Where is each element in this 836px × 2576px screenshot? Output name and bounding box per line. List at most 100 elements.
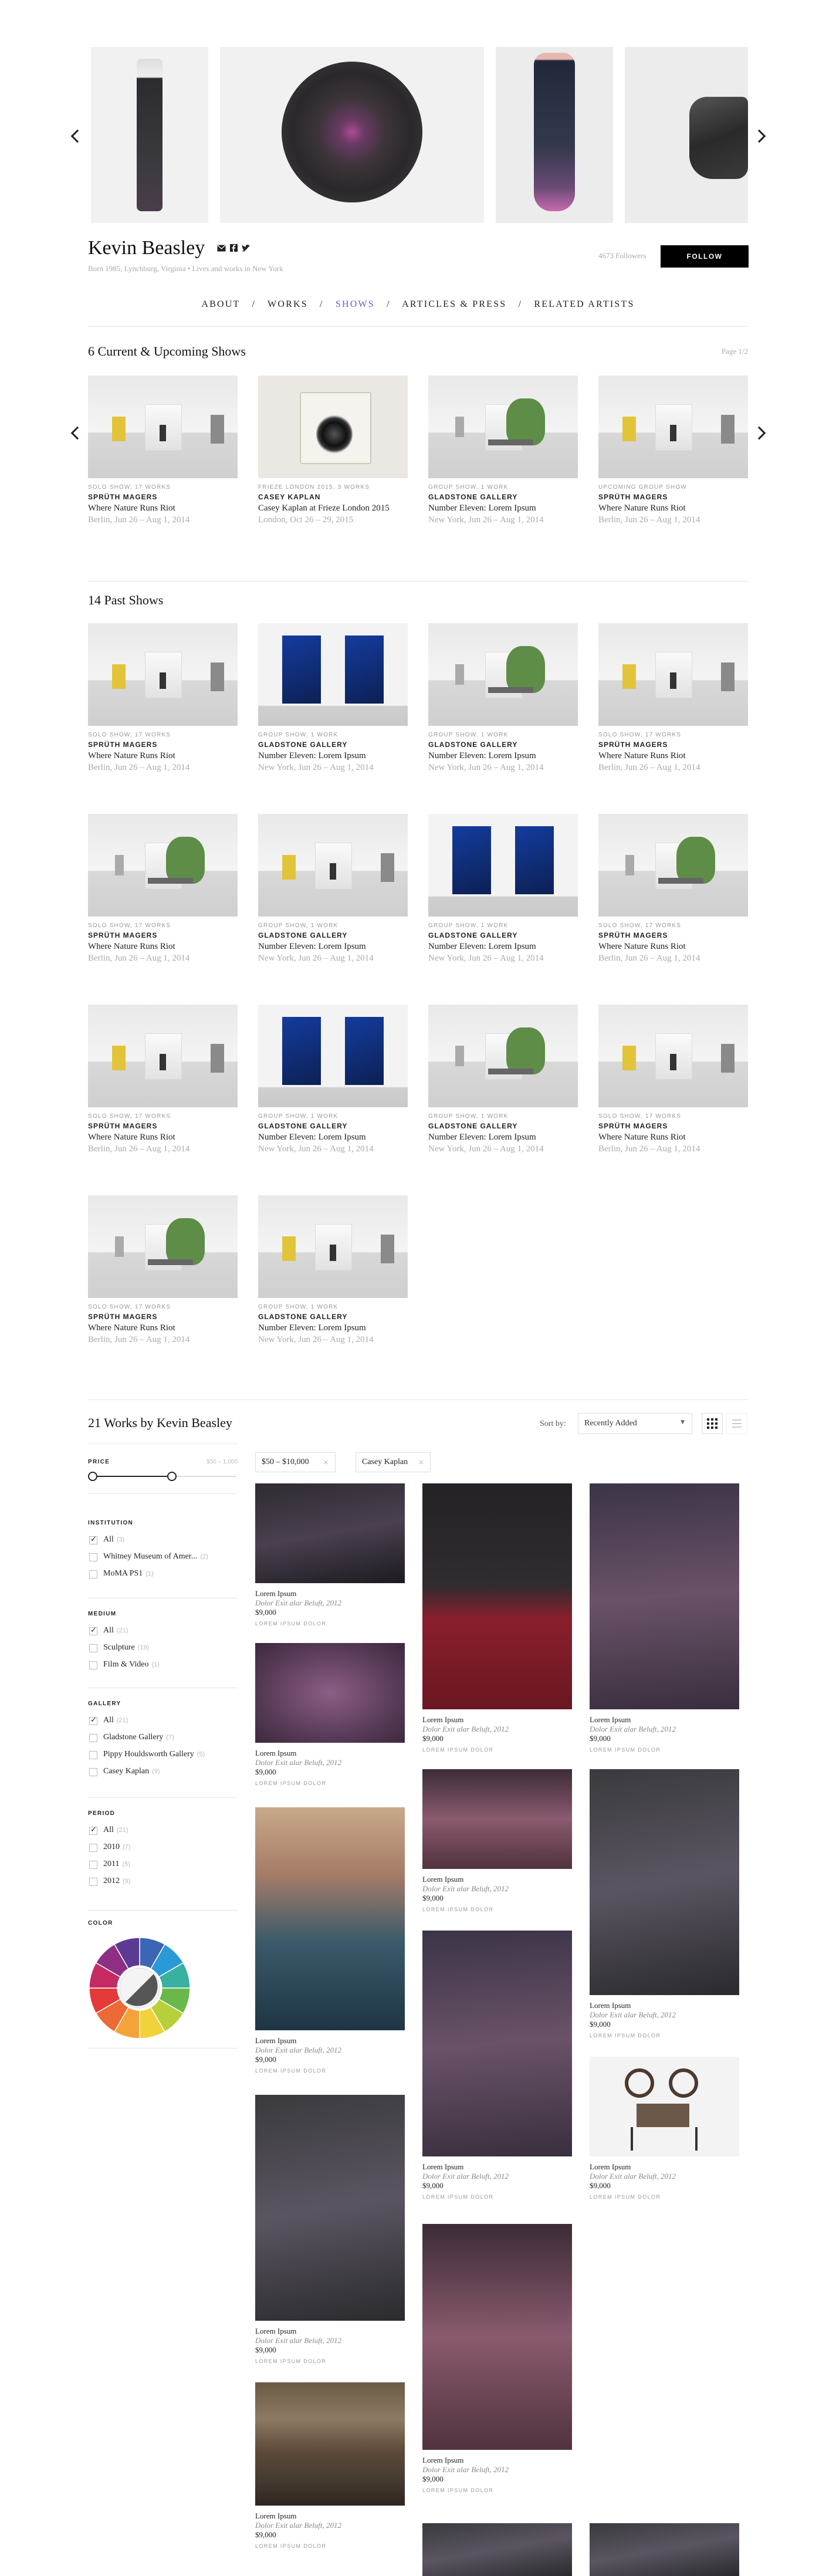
artwork-card[interactable]: Lorem Ipsum Dolor Exit alar Beluft, 2012 $… (422, 1483, 572, 1753)
period-option-checkbox[interactable] (89, 1825, 97, 1835)
hero-artwork-2[interactable] (220, 47, 484, 223)
past-show-card[interactable]: SOLO SHOW, 17 WORKS SPRÜTH MAGERS Where Na… (88, 1005, 238, 1154)
price-slider-max-handle[interactable] (167, 1472, 177, 1481)
past-show-card[interactable]: SOLO SHOW, 17 WORKS SPRÜTH MAGERS Where Na… (88, 814, 238, 964)
show-installation-image[interactable] (258, 1195, 408, 1298)
institution-option-checkbox[interactable] (89, 1553, 97, 1561)
artwork-card[interactable]: Lorem Ipsum Dolor Exit alar Beluft, 2012 $… (255, 1807, 405, 2074)
gallery-option[interactable]: Gladstone Gallery (7) (103, 1733, 174, 1742)
artwork-image[interactable] (422, 2523, 572, 2576)
list-view-icon[interactable] (726, 1413, 747, 1434)
gallery-option-checkbox[interactable] (89, 1768, 97, 1776)
artwork-inquire-link[interactable]: LOREM IPSUM DOLOR (422, 1747, 572, 1753)
show-installation-image[interactable] (428, 376, 578, 478)
gallery-option[interactable]: Pippy Houldsworth Gallery (5) (103, 1750, 205, 1759)
artwork-image[interactable] (255, 2095, 405, 2321)
artwork-inquire-link[interactable]: LOREM IPSUM DOLOR (422, 1906, 572, 1912)
mail-icon[interactable] (217, 245, 226, 252)
artwork-image[interactable] (422, 1931, 572, 2156)
hero-artwork-4[interactable] (625, 47, 748, 223)
artwork-card[interactable]: Lorem Ipsum Dolor Exit alar Beluft, 2012 $… (255, 1643, 405, 1786)
close-icon[interactable]: × (323, 1458, 329, 1466)
show-installation-image[interactable] (88, 1195, 238, 1298)
medium-option[interactable]: Film & Video (1) (103, 1660, 160, 1669)
show-installation-image[interactable] (88, 376, 238, 478)
current-show-card[interactable]: SOLO SHOW, 17 WORKS SPRÜTH MAGERS Where Na… (88, 376, 238, 525)
artwork-image[interactable] (422, 1769, 572, 1869)
period-option-checkbox[interactable] (89, 1844, 97, 1852)
filter-chip-price[interactable]: $50 – $10,000 × (255, 1452, 336, 1472)
carousel-next-arrow-icon[interactable] (752, 129, 766, 143)
artwork-card[interactable]: Lorem Ipsum Dolor Exit alar Beluft, 2012 $… (255, 1483, 405, 1627)
institution-option-checkbox[interactable] (89, 1570, 97, 1578)
period-option[interactable]: 2011 (5) (103, 1860, 130, 1869)
artwork-image[interactable] (590, 2523, 739, 2576)
sort-select[interactable]: Recently Added ▼ (578, 1413, 692, 1434)
current-show-card[interactable]: UPCOMING GROUP SHOW SPRÜTH MAGERS Where Na… (598, 376, 748, 525)
gallery-option-checkbox[interactable] (89, 1734, 97, 1742)
show-installation-image[interactable] (598, 814, 748, 917)
artwork-inquire-link[interactable]: LOREM IPSUM DOLOR (422, 2487, 572, 2493)
artwork-image[interactable] (255, 1483, 405, 1583)
artwork-card[interactable]: Lorem Ipsum Dolor Exit alar Beluft, 2012 $… (422, 1769, 572, 1912)
show-installation-image[interactable] (88, 623, 238, 726)
color-wheel[interactable] (88, 1936, 191, 2040)
artwork-inquire-link[interactable]: LOREM IPSUM DOLOR (255, 2358, 405, 2364)
show-installation-image[interactable] (598, 376, 748, 478)
shows-prev-arrow-icon[interactable] (70, 426, 84, 440)
institution-option-checkbox[interactable] (89, 1535, 97, 1544)
show-installation-image[interactable] (598, 1005, 748, 1107)
medium-option-checkbox[interactable] (89, 1661, 97, 1669)
past-show-card[interactable]: SOLO SHOW, 17 WORKS SPRÜTH MAGERS Where Na… (598, 1005, 748, 1154)
price-slider-min-handle[interactable] (88, 1472, 97, 1481)
show-installation-image[interactable] (258, 376, 408, 478)
period-option-checkbox[interactable] (89, 1861, 97, 1869)
medium-option[interactable]: Sculpture (19) (103, 1643, 149, 1652)
period-option-checkbox[interactable] (89, 1878, 97, 1886)
medium-option[interactable]: All (21) (103, 1626, 128, 1635)
past-show-card[interactable]: GROUP SHOW, 1 WORK GLADSTONE GALLERY Numbe… (258, 1005, 408, 1154)
gallery-option[interactable]: All (21) (103, 1716, 128, 1725)
grid-view-icon[interactable] (702, 1413, 723, 1434)
artwork-card[interactable]: Lorem Ipsum Dolor Exit alar Beluft, 2012 $… (422, 1931, 572, 2200)
past-show-card[interactable]: SOLO SHOW, 17 WORKS SPRÜTH MAGERS Where Na… (88, 1195, 238, 1345)
institution-option[interactable]: Whitney Museum of Amer... (2) (103, 1552, 208, 1561)
filter-chip-gallery[interactable]: Casey Kaplan × (356, 1452, 431, 1472)
hero-artwork-1[interactable] (91, 47, 208, 223)
artwork-inquire-link[interactable]: LOREM IPSUM DOLOR (255, 2068, 405, 2074)
artwork-inquire-link[interactable]: LOREM IPSUM DOLOR (255, 2543, 405, 2549)
artwork-image[interactable] (255, 1807, 405, 2030)
artwork-card[interactable]: Lorem Ipsum Dolor Exit alar Beluft, 2012 $… (590, 1483, 739, 1753)
show-installation-image[interactable] (428, 623, 578, 726)
past-show-card[interactable]: GROUP SHOW, 1 WORK GLADSTONE GALLERY Numbe… (258, 814, 408, 964)
artwork-inquire-link[interactable]: LOREM IPSUM DOLOR (255, 1621, 405, 1627)
show-installation-image[interactable] (88, 814, 238, 917)
nav-item-about[interactable]: ABOUT (201, 299, 240, 309)
show-installation-image[interactable] (88, 1005, 238, 1107)
nav-item-articles-press[interactable]: ARTICLES & PRESS (402, 299, 506, 309)
artwork-card[interactable]: Lorem Ipsum Dolor Exit alar Beluft, 2012 $… (590, 1769, 739, 2039)
period-option[interactable]: 2010 (7) (103, 1843, 130, 1852)
past-show-card[interactable]: GROUP SHOW, 1 WORK GLADSTONE GALLERY Numbe… (428, 623, 578, 773)
artwork-image[interactable] (422, 2224, 572, 2450)
gallery-option-checkbox[interactable] (89, 1751, 97, 1759)
period-option[interactable]: 2012 (9) (103, 1877, 130, 1886)
past-show-card[interactable]: GROUP SHOW, 1 WORK GLADSTONE GALLERY Numbe… (428, 1005, 578, 1154)
artwork-inquire-link[interactable]: LOREM IPSUM DOLOR (422, 2194, 572, 2200)
institution-option[interactable]: All (3) (103, 1535, 124, 1544)
nav-item-works[interactable]: WORKS (268, 299, 308, 309)
artwork-inquire-link[interactable]: LOREM IPSUM DOLOR (590, 2194, 739, 2200)
show-installation-image[interactable] (598, 623, 748, 726)
show-installation-image[interactable] (258, 623, 408, 726)
past-show-card[interactable]: GROUP SHOW, 1 WORK GLADSTONE GALLERY Numbe… (258, 1195, 408, 1345)
artwork-card[interactable]: Lorem Ipsum Dolor Exit alar Beluft, 2012 $… (422, 2224, 572, 2493)
artwork-image[interactable] (255, 2382, 405, 2506)
current-show-card[interactable]: GROUP SHOW, 1 WORK GLADSTONE GALLERY Numbe… (428, 376, 578, 525)
show-installation-image[interactable] (428, 1005, 578, 1107)
show-installation-image[interactable] (428, 814, 578, 917)
medium-option-checkbox[interactable] (89, 1644, 97, 1652)
nav-item-shows[interactable]: SHOWS (336, 299, 375, 309)
past-show-card[interactable]: SOLO SHOW, 17 WORKS SPRÜTH MAGERS Where Na… (598, 623, 748, 773)
hero-artwork-3[interactable] (496, 47, 613, 223)
current-show-card[interactable]: FRIEZE LONDON 2015, 3 WORKS CASEY KAPLAN C… (258, 376, 408, 525)
